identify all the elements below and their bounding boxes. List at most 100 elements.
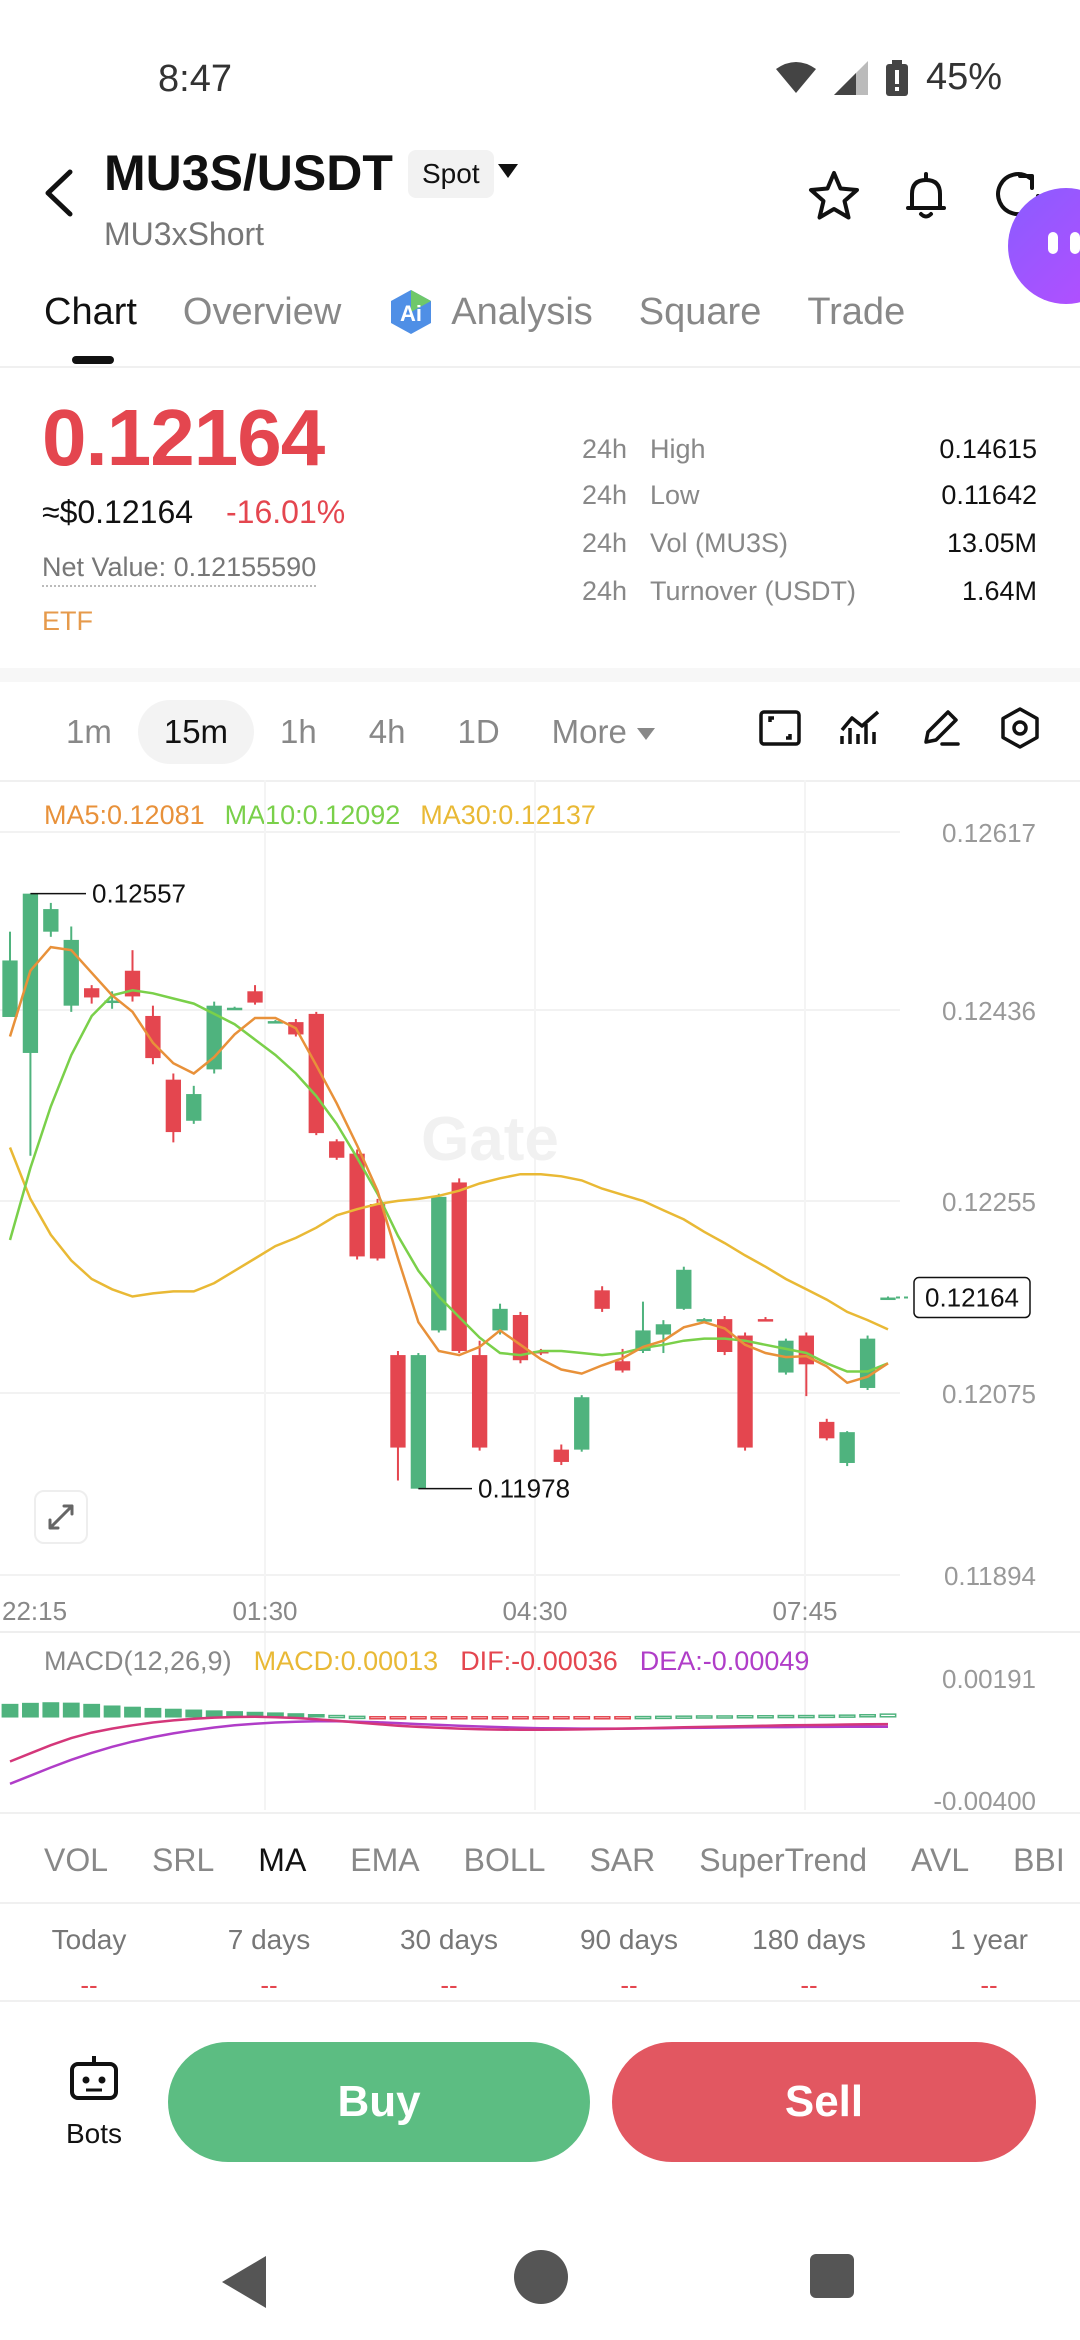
tab-trade[interactable]: Trade: [807, 288, 905, 336]
candle-body: [553, 1449, 569, 1462]
battery-percent: 45%: [925, 56, 1002, 98]
macd-histogram-bar: [491, 1716, 509, 1720]
period-90d-value: --: [620, 1970, 638, 2000]
bots-label[interactable]: Bots: [66, 2118, 122, 2150]
macd-histogram-bar: [471, 1716, 489, 1720]
macd-histogram-bar: [144, 1707, 162, 1718]
usd-price: ≈$0.12164: [42, 494, 194, 530]
ind-boll[interactable]: BOLL: [464, 1842, 546, 1879]
macd-histogram-bar: [838, 1714, 856, 1718]
stat-turnover: 24h Turnover (USDT) 1.64M: [582, 576, 1037, 606]
settings-icon[interactable]: [998, 706, 1042, 750]
period-180d[interactable]: 180 days: [734, 1924, 884, 1956]
candle-body: [676, 1269, 692, 1309]
macd-histogram-bar: [634, 1715, 652, 1720]
main-tabs: Chart Overview Ai Analysis Square Trade: [44, 288, 951, 336]
candle-body: [226, 1007, 243, 1011]
macd-histogram-bar: [675, 1715, 693, 1719]
expand-chart-button[interactable]: [34, 1490, 88, 1544]
watermark-text: Gate: [421, 1105, 559, 1174]
last-price: 0.12164: [42, 393, 325, 482]
divider: [0, 2000, 1080, 2002]
period-today-value: --: [80, 1970, 98, 2000]
candle-body: [471, 1355, 488, 1448]
draw-icon[interactable]: [918, 706, 962, 750]
macd-y-tick-label: 0.00191: [942, 1664, 1036, 1694]
buy-button[interactable]: Buy: [168, 2042, 590, 2162]
macd-histogram-bar: [736, 1715, 754, 1719]
x-tick-label: 01:30: [232, 1596, 297, 1626]
landscape-icon[interactable]: [758, 706, 802, 750]
macd-histogram-bar: [716, 1715, 734, 1719]
tf-1m[interactable]: 1m: [40, 700, 138, 764]
bot-icon[interactable]: [68, 2052, 120, 2104]
candle-body: [2, 960, 18, 1017]
stat-high: 24h High 0.14615: [582, 434, 1037, 464]
tab-square[interactable]: Square: [639, 288, 762, 336]
tf-15m[interactable]: 15m: [137, 700, 255, 764]
ind-sar[interactable]: SAR: [589, 1842, 655, 1879]
ind-ema[interactable]: EMA: [350, 1842, 419, 1879]
tab-chart[interactable]: Chart: [44, 288, 137, 336]
back-icon[interactable]: [40, 168, 80, 218]
candle-body: [757, 1319, 774, 1322]
macd-histogram-bar: [369, 1716, 386, 1720]
tab-overview[interactable]: Overview: [183, 288, 341, 336]
ma10-line: [8, 989, 889, 1373]
period-7d[interactable]: 7 days: [194, 1924, 344, 1956]
macd-histogram-bar: [777, 1714, 795, 1719]
x-tick-label: 22:15: [2, 1596, 67, 1626]
period-30d-value: --: [440, 1970, 458, 2000]
period-1y-value: --: [980, 1970, 998, 2000]
market-tag[interactable]: Spot: [408, 150, 494, 198]
y-tick-label: 0.12617: [942, 818, 1036, 848]
ma30-line: [8, 1147, 889, 1331]
macd-histogram-bar: [83, 1703, 101, 1718]
macd-histogram-bar: [859, 1714, 876, 1718]
period-90d[interactable]: 90 days: [554, 1924, 704, 1956]
period-1y[interactable]: 1 year: [914, 1924, 1064, 1956]
macd-histogram-bar: [389, 1716, 407, 1720]
tf-4h[interactable]: 4h: [343, 700, 432, 764]
period-today[interactable]: Today: [14, 1924, 164, 1956]
nav-back-icon[interactable]: [222, 2256, 266, 2308]
star-icon[interactable]: [806, 168, 862, 224]
nav-recents-icon[interactable]: [810, 2254, 854, 2298]
net-value[interactable]: Net Value: 0.12155590: [42, 552, 317, 587]
ind-bbi[interactable]: BBI: [1013, 1842, 1065, 1879]
macd-histogram-bar: [307, 1714, 325, 1718]
y-tick-label: 0.11894: [944, 1561, 1036, 1591]
tf-1h[interactable]: 1h: [254, 700, 343, 764]
macd-histogram-bar: [614, 1716, 631, 1720]
macd-histogram-bar: [348, 1715, 366, 1720]
candle-body: [880, 1297, 896, 1301]
caret-down-icon: [636, 728, 655, 741]
price-change: -16.01%: [226, 494, 346, 530]
candle-body: [247, 991, 263, 1003]
low-marker-label: 0.11978: [478, 1474, 570, 1504]
ind-supertrend[interactable]: SuperTrend: [699, 1842, 867, 1879]
nav-home-icon[interactable]: [514, 2250, 568, 2304]
tf-1d[interactable]: 1D: [431, 700, 525, 764]
ind-vol[interactable]: VOL: [44, 1842, 108, 1879]
period-30d[interactable]: 30 days: [374, 1924, 524, 1956]
tab-analysis[interactable]: Ai Analysis: [387, 288, 593, 336]
sell-button[interactable]: Sell: [612, 2042, 1036, 2162]
macd-histogram-bar: [797, 1714, 815, 1719]
candle-body: [655, 1324, 672, 1335]
indicator-icon[interactable]: [838, 706, 882, 750]
ind-avl[interactable]: AVL: [911, 1842, 969, 1879]
active-tab-indicator: [72, 356, 114, 364]
ind-ma[interactable]: MA: [258, 1842, 306, 1879]
tf-more[interactable]: More: [526, 700, 681, 764]
candle-body: [390, 1355, 406, 1448]
macd-value: MACD:0.00013: [253, 1646, 439, 1676]
candle-body: [329, 1141, 345, 1158]
bell-icon[interactable]: [898, 168, 954, 224]
pair-title[interactable]: MU3S/USDT: [104, 144, 393, 202]
divider: [0, 1812, 1080, 1814]
timeframe-selector: 1m 15m 1h 4h 1D More: [40, 700, 681, 764]
ind-srl[interactable]: SRL: [152, 1842, 214, 1879]
market-dropdown-icon[interactable]: [498, 164, 518, 178]
macd-histogram-bar: [42, 1702, 60, 1718]
